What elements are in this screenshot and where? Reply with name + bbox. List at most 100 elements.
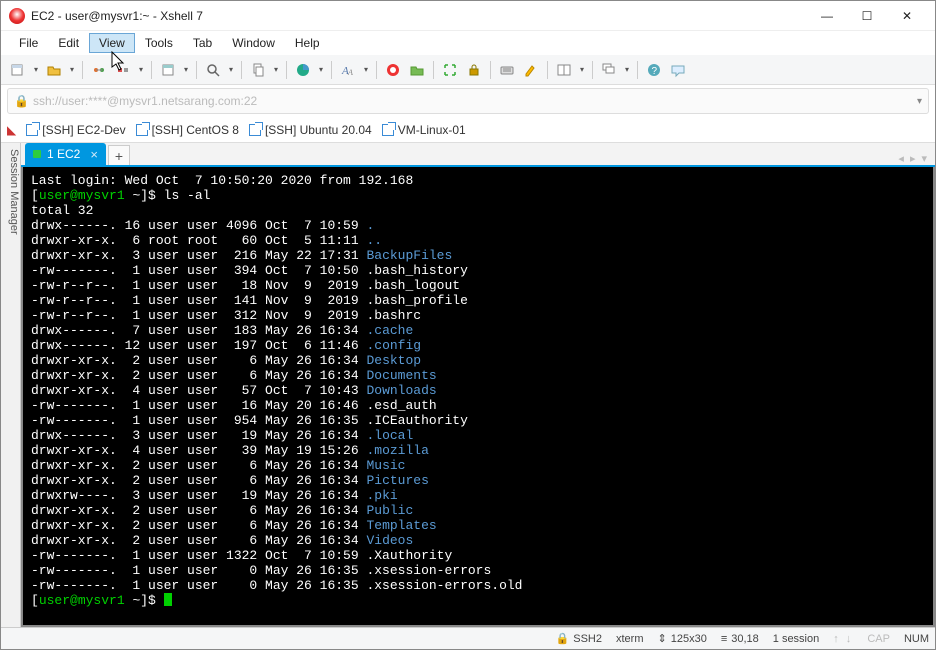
highlight-icon[interactable] xyxy=(520,59,542,81)
search-drop[interactable]: ▾ xyxy=(226,65,236,74)
cascade-icon[interactable] xyxy=(598,59,620,81)
separator-icon xyxy=(196,61,197,79)
search-icon[interactable] xyxy=(202,59,224,81)
separator-icon xyxy=(286,61,287,79)
titlebar: EC2 - user@mysvr1:~ - Xshell 7 — ☐ ✕ xyxy=(1,1,935,31)
help-icon[interactable]: ? xyxy=(643,59,665,81)
cascade-drop[interactable]: ▾ xyxy=(622,65,632,74)
tab-add-button[interactable]: + xyxy=(108,145,130,165)
session-manager-sidebar[interactable]: Session Manager xyxy=(1,143,21,627)
lock-icon: 🔒 xyxy=(556,632,570,645)
sidebar-label: Session Manager xyxy=(8,149,20,235)
status-termtype: xterm xyxy=(616,633,644,645)
tab-list-icon[interactable]: ▾ xyxy=(921,152,927,165)
open-session-drop[interactable]: ▾ xyxy=(67,65,77,74)
menu-tools[interactable]: Tools xyxy=(135,33,183,53)
separator-icon xyxy=(592,61,593,79)
terminal[interactable]: Last login: Wed Oct 7 10:50:20 2020 from… xyxy=(21,167,935,627)
main-area: 1 EC2 × + ◂ ▸ ▾ Last login: Wed Oct 7 10… xyxy=(21,143,935,627)
menu-tab[interactable]: Tab xyxy=(183,33,222,53)
tab-prev-icon[interactable]: ◂ xyxy=(898,152,904,165)
bookmark-flag-icon[interactable]: ◣ xyxy=(7,123,16,137)
link-centos8[interactable]: [SSH] CentOS 8 xyxy=(136,123,239,137)
status-protocol: 🔒SSH2 xyxy=(556,632,602,645)
session-link-icon xyxy=(136,124,148,136)
properties-icon[interactable] xyxy=(157,59,179,81)
link-ubuntu[interactable]: [SSH] Ubuntu 20.04 xyxy=(249,123,372,137)
separator-icon xyxy=(82,61,83,79)
status-pos: ≡30,18 xyxy=(721,633,759,645)
link-label: [SSH] CentOS 8 xyxy=(152,123,239,137)
link-label: VM-Linux-01 xyxy=(398,123,466,137)
copy-icon[interactable] xyxy=(247,59,269,81)
address-drop-icon[interactable]: ▾ xyxy=(917,96,922,107)
toolbar: ▾ ▾ ▾ ▾ ▾ ▾ ▾ AA ▾ ▾ ▾ ? xyxy=(1,55,935,85)
lock-icon[interactable] xyxy=(463,59,485,81)
menu-bar: File Edit View Tools Tab Window Help xyxy=(1,31,935,55)
body-area: Session Manager 1 EC2 × + ◂ ▸ ▾ Last log… xyxy=(1,143,935,627)
separator-icon xyxy=(331,61,332,79)
layout-drop[interactable]: ▾ xyxy=(577,65,587,74)
app-logo-icon xyxy=(9,8,25,24)
status-session: 1 session xyxy=(773,633,819,645)
properties-drop[interactable]: ▾ xyxy=(181,65,191,74)
status-cap: CAP xyxy=(867,633,890,645)
status-bar: 🔒SSH2 xterm ⇕125x30 ≡30,18 1 session ↑ ↓… xyxy=(1,627,935,649)
session-link-icon xyxy=(26,124,38,136)
separator-icon xyxy=(376,61,377,79)
address-bar[interactable]: 🔒 ssh://user:****@mysvr1.netsarang.com:2… xyxy=(7,88,929,114)
separator-icon xyxy=(151,61,152,79)
tab-ec2[interactable]: 1 EC2 × xyxy=(25,143,106,165)
status-arrows: ↑ ↓ xyxy=(833,633,853,645)
link-ec2-dev[interactable]: [SSH] EC2-Dev xyxy=(26,123,125,137)
xftp-icon[interactable] xyxy=(406,59,428,81)
menu-edit[interactable]: Edit xyxy=(48,33,89,53)
close-button[interactable]: ✕ xyxy=(887,2,927,30)
link-label: [SSH] Ubuntu 20.04 xyxy=(265,123,372,137)
new-session-icon[interactable] xyxy=(7,59,29,81)
caret-icon: ≡ xyxy=(721,633,727,645)
tab-bar: 1 EC2 × + ◂ ▸ ▾ xyxy=(21,143,935,167)
session-link-icon xyxy=(249,124,261,136)
disconnect-icon[interactable] xyxy=(112,59,134,81)
feedback-icon[interactable] xyxy=(667,59,689,81)
tab-close-icon[interactable]: × xyxy=(90,147,98,162)
open-session-icon[interactable] xyxy=(43,59,65,81)
menu-file[interactable]: File xyxy=(9,33,48,53)
separator-icon xyxy=(490,61,491,79)
keyboard-icon[interactable] xyxy=(496,59,518,81)
maximize-button[interactable]: ☐ xyxy=(847,2,887,30)
color-scheme-icon[interactable] xyxy=(292,59,314,81)
svg-text:A: A xyxy=(347,68,353,77)
separator-icon xyxy=(637,61,638,79)
menu-view[interactable]: View xyxy=(89,33,135,53)
new-session-drop[interactable]: ▾ xyxy=(31,65,41,74)
font-drop[interactable]: ▾ xyxy=(361,65,371,74)
lock-icon: 🔒 xyxy=(14,94,29,108)
status-size: ⇕125x30 xyxy=(658,632,707,645)
fullscreen-icon[interactable] xyxy=(439,59,461,81)
status-num: NUM xyxy=(904,633,929,645)
reconnect-icon[interactable] xyxy=(88,59,110,81)
menu-help[interactable]: Help xyxy=(285,33,330,53)
session-link-icon xyxy=(382,124,394,136)
layout-icon[interactable] xyxy=(553,59,575,81)
link-label: [SSH] EC2-Dev xyxy=(42,123,125,137)
minimize-button[interactable]: — xyxy=(807,2,847,30)
status-dot-icon xyxy=(33,150,41,158)
size-icon: ⇕ xyxy=(658,632,667,645)
links-bar: ◣ [SSH] EC2-Dev [SSH] CentOS 8 [SSH] Ubu… xyxy=(1,117,935,143)
menu-window[interactable]: Window xyxy=(222,33,285,53)
color-drop[interactable]: ▾ xyxy=(316,65,326,74)
xshell-icon[interactable] xyxy=(382,59,404,81)
separator-icon xyxy=(241,61,242,79)
tab-label: 1 EC2 xyxy=(47,147,80,161)
disconnect-drop[interactable]: ▾ xyxy=(136,65,146,74)
tab-next-icon[interactable]: ▸ xyxy=(910,152,916,165)
copy-drop[interactable]: ▾ xyxy=(271,65,281,74)
tab-nav: ◂ ▸ ▾ xyxy=(898,152,931,165)
svg-text:?: ? xyxy=(652,66,658,77)
font-icon[interactable]: AA xyxy=(337,59,359,81)
link-vmlinux[interactable]: VM-Linux-01 xyxy=(382,123,466,137)
separator-icon xyxy=(547,61,548,79)
